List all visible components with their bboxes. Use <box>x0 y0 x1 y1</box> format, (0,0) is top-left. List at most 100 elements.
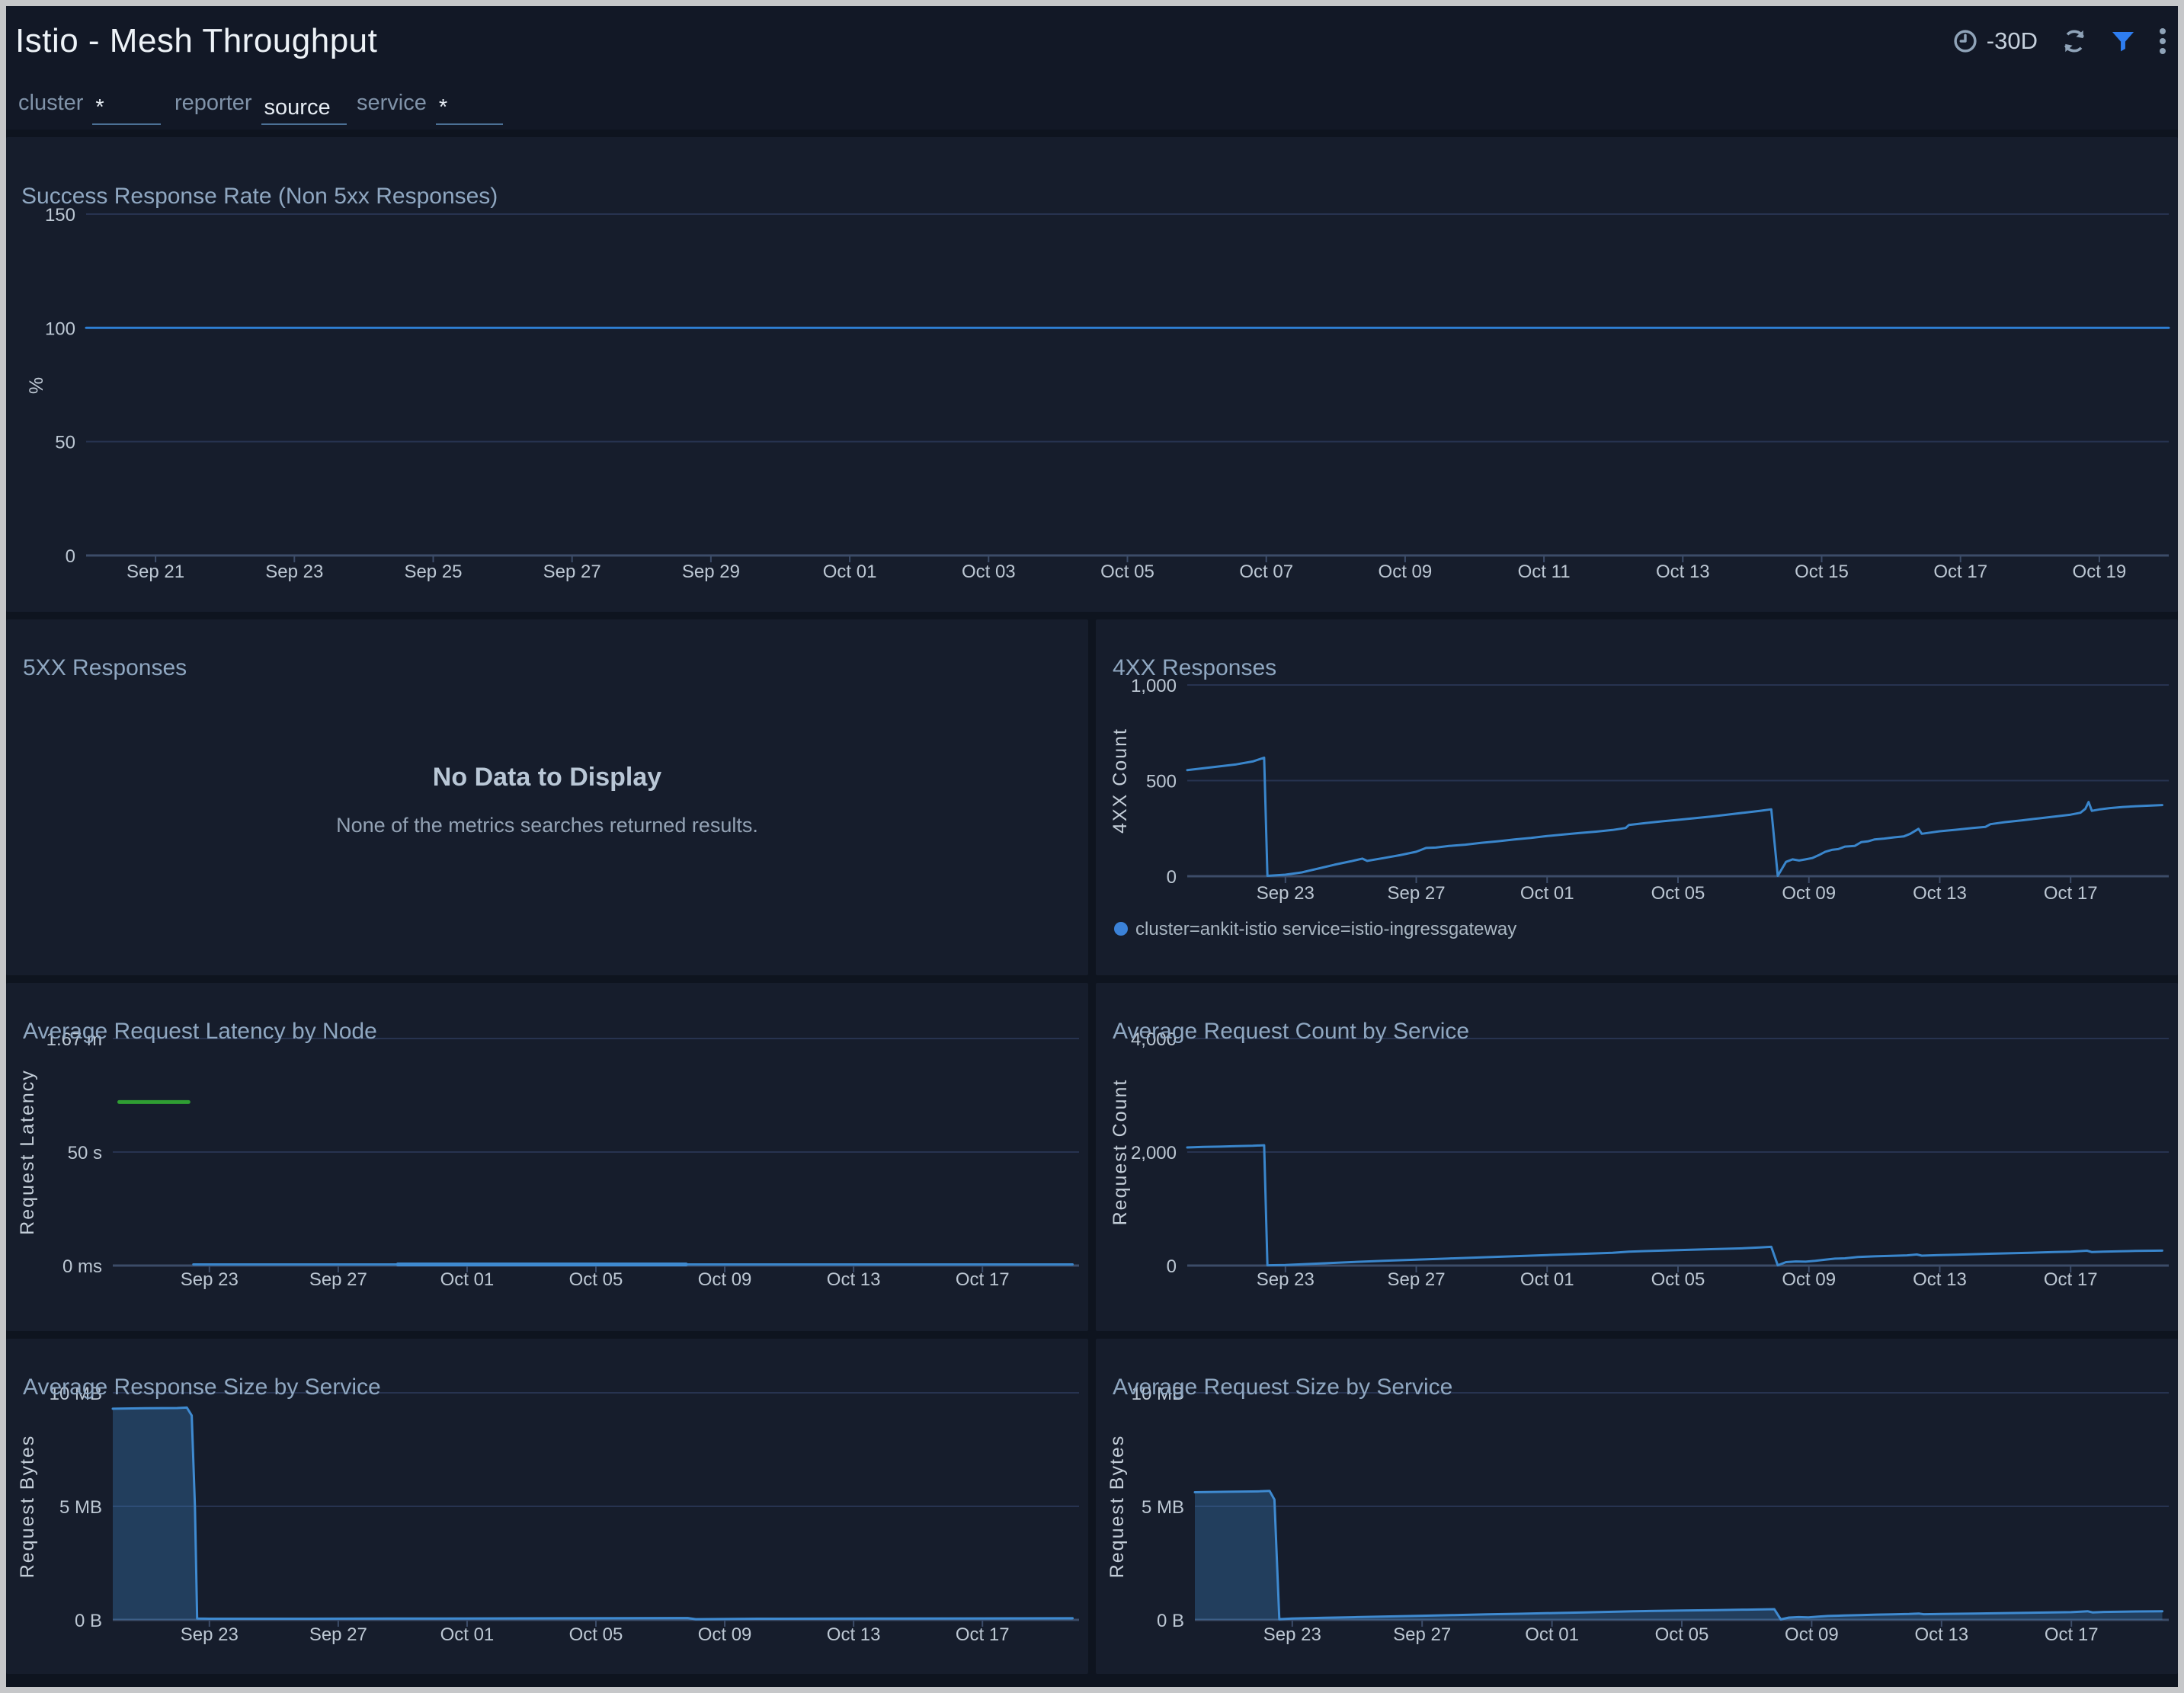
svg-text:Sep 25: Sep 25 <box>404 562 462 582</box>
svg-text:Oct 05: Oct 05 <box>1651 1269 1705 1290</box>
filter-cluster: cluster * <box>18 76 162 130</box>
filter-reporter: reporter source <box>175 76 347 130</box>
filter-icon[interactable] <box>2111 29 2135 53</box>
svg-text:Oct 17: Oct 17 <box>1933 562 1987 582</box>
svg-text:Oct 13: Oct 13 <box>827 1269 881 1290</box>
svg-text:Request Bytes: Request Bytes <box>1106 1435 1128 1579</box>
filter-bar: cluster * reporter source service * <box>6 76 2178 130</box>
svg-text:500: 500 <box>1146 772 1177 792</box>
svg-text:Sep 29: Sep 29 <box>682 562 740 582</box>
panel-title: Average Response Size by Service <box>23 1374 381 1400</box>
svg-text:Oct 17: Oct 17 <box>2044 883 2098 904</box>
svg-text:4XX Count: 4XX Count <box>1110 728 1131 834</box>
filter-service: service * <box>357 76 503 130</box>
svg-text:Oct 17: Oct 17 <box>2044 1269 2098 1290</box>
svg-text:Oct 15: Oct 15 <box>1795 562 1849 582</box>
panel-4xx-responses: 4XX Responses 0 500 1,000 Sep 23 Sep 27 Oct 0… <box>1096 619 2178 975</box>
kebab-menu-icon[interactable] <box>2158 27 2167 56</box>
svg-text:Sep 23: Sep 23 <box>181 1269 239 1290</box>
svg-text:Oct 05: Oct 05 <box>569 1624 623 1645</box>
svg-text:0: 0 <box>66 546 75 567</box>
svg-text:Oct 09: Oct 09 <box>698 1624 752 1645</box>
svg-text:Sep 27: Sep 27 <box>1387 883 1445 904</box>
svg-text:Oct 09: Oct 09 <box>1785 1624 1839 1645</box>
svg-text:100: 100 <box>45 318 75 339</box>
svg-text:Sep 23: Sep 23 <box>265 562 323 582</box>
dashboard-frame: Istio - Mesh Throughput -30D cluster * r… <box>6 6 2178 1687</box>
svg-text:Oct 17: Oct 17 <box>2045 1624 2099 1645</box>
svg-text:50: 50 <box>55 433 75 453</box>
clock-icon[interactable] <box>1952 27 1979 55</box>
svg-text:Oct 05: Oct 05 <box>1651 883 1705 904</box>
svg-text:Oct 01: Oct 01 <box>1520 1269 1574 1290</box>
panel-title: Average Request Latency by Node <box>23 1018 377 1044</box>
svg-text:Oct 17: Oct 17 <box>956 1624 1010 1645</box>
time-range-control[interactable]: -30D <box>1952 27 2038 55</box>
svg-text:%: % <box>26 376 47 394</box>
svg-text:Oct 01: Oct 01 <box>1520 883 1574 904</box>
panel-avg-response-size: Average Response Size by Service 0 B 5 MB… <box>6 1339 1088 1674</box>
panel-grid: Success Response Rate (Non 5xx Responses… <box>6 130 2178 1674</box>
page-title: Istio - Mesh Throughput <box>15 22 378 59</box>
svg-text:Request Count: Request Count <box>1110 1079 1131 1226</box>
svg-text:cluster=ankit-istio service=is: cluster=ankit-istio service=istio-ingres… <box>1135 919 1516 939</box>
svg-text:Oct 13: Oct 13 <box>1913 1269 1967 1290</box>
svg-text:Sep 27: Sep 27 <box>309 1269 367 1290</box>
svg-text:Oct 13: Oct 13 <box>1656 562 1710 582</box>
svg-text:Oct 01: Oct 01 <box>440 1624 495 1645</box>
svg-text:Request Latency: Request Latency <box>17 1069 38 1235</box>
panel-avg-request-latency: Average Request Latency by Node 0 ms 50 s… <box>6 983 1088 1331</box>
svg-text:5 MB: 5 MB <box>59 1497 102 1518</box>
svg-text:Request Bytes: Request Bytes <box>17 1435 38 1579</box>
header-actions: -30D <box>1952 27 2178 56</box>
no-data-title: No Data to Display <box>432 763 662 792</box>
svg-text:0 B: 0 B <box>1157 1611 1184 1631</box>
svg-text:50 s: 50 s <box>68 1143 102 1163</box>
svg-text:Sep 23: Sep 23 <box>1257 883 1315 904</box>
filter-reporter-label: reporter <box>175 90 252 115</box>
time-range-value[interactable]: -30D <box>1987 27 2038 55</box>
svg-text:Sep 27: Sep 27 <box>1387 1269 1445 1290</box>
svg-text:Oct 09: Oct 09 <box>1379 562 1433 582</box>
svg-text:Oct 17: Oct 17 <box>956 1269 1010 1290</box>
no-data-subtitle: None of the metrics searches returned re… <box>336 814 758 837</box>
svg-text:Oct 09: Oct 09 <box>1782 1269 1836 1290</box>
svg-text:Oct 01: Oct 01 <box>440 1269 495 1290</box>
panel-avg-request-count: Average Request Count by Service 0 2,000 4… <box>1096 983 2178 1331</box>
panel-title: Average Request Count by Service <box>1113 1018 1470 1044</box>
svg-text:Oct 01: Oct 01 <box>1525 1624 1579 1645</box>
panel-success-response-rate: Success Response Rate (Non 5xx Responses… <box>6 137 2178 612</box>
filter-reporter-value[interactable]: source <box>261 91 347 125</box>
svg-text:5 MB: 5 MB <box>1142 1497 1184 1518</box>
svg-text:Oct 05: Oct 05 <box>1655 1624 1709 1645</box>
svg-text:Oct 19: Oct 19 <box>2073 562 2127 582</box>
panel-title: 4XX Responses <box>1113 654 1277 680</box>
refresh-icon[interactable] <box>2061 27 2088 55</box>
svg-text:Oct 13: Oct 13 <box>1914 1624 1968 1645</box>
svg-text:Oct 09: Oct 09 <box>698 1269 752 1290</box>
filter-cluster-value[interactable]: * <box>92 91 162 125</box>
svg-text:Oct 13: Oct 13 <box>827 1624 881 1645</box>
svg-text:0: 0 <box>1167 1256 1177 1277</box>
filter-cluster-label: cluster <box>18 90 84 115</box>
svg-text:Oct 11: Oct 11 <box>1518 562 1571 582</box>
svg-text:0 ms: 0 ms <box>62 1256 102 1277</box>
svg-text:Sep 23: Sep 23 <box>1257 1269 1315 1290</box>
no-data-message: No Data to Display None of the metrics s… <box>6 763 1088 837</box>
dashboard-header: Istio - Mesh Throughput -30D <box>6 6 2178 76</box>
filter-service-value[interactable]: * <box>435 91 503 125</box>
svg-text:Sep 27: Sep 27 <box>543 562 601 582</box>
svg-text:Oct 07: Oct 07 <box>1239 562 1293 582</box>
svg-text:Oct 13: Oct 13 <box>1913 883 1967 904</box>
svg-text:0 B: 0 B <box>75 1611 102 1631</box>
svg-text:Oct 03: Oct 03 <box>962 562 1016 582</box>
svg-text:0: 0 <box>1167 867 1177 888</box>
svg-text:Oct 01: Oct 01 <box>823 562 877 582</box>
filter-service-label: service <box>357 90 427 115</box>
svg-text:Sep 23: Sep 23 <box>181 1624 239 1645</box>
svg-text:Oct 09: Oct 09 <box>1782 883 1836 904</box>
panel-avg-request-size: Average Request Size by Service 0 B5 MB 1… <box>1096 1339 2178 1674</box>
panel-5xx-responses: 5XX Responses No Data to Display None of… <box>6 619 1088 975</box>
svg-text:2,000: 2,000 <box>1131 1143 1177 1163</box>
panel-title: Success Response Rate (Non 5xx Responses… <box>21 183 498 209</box>
